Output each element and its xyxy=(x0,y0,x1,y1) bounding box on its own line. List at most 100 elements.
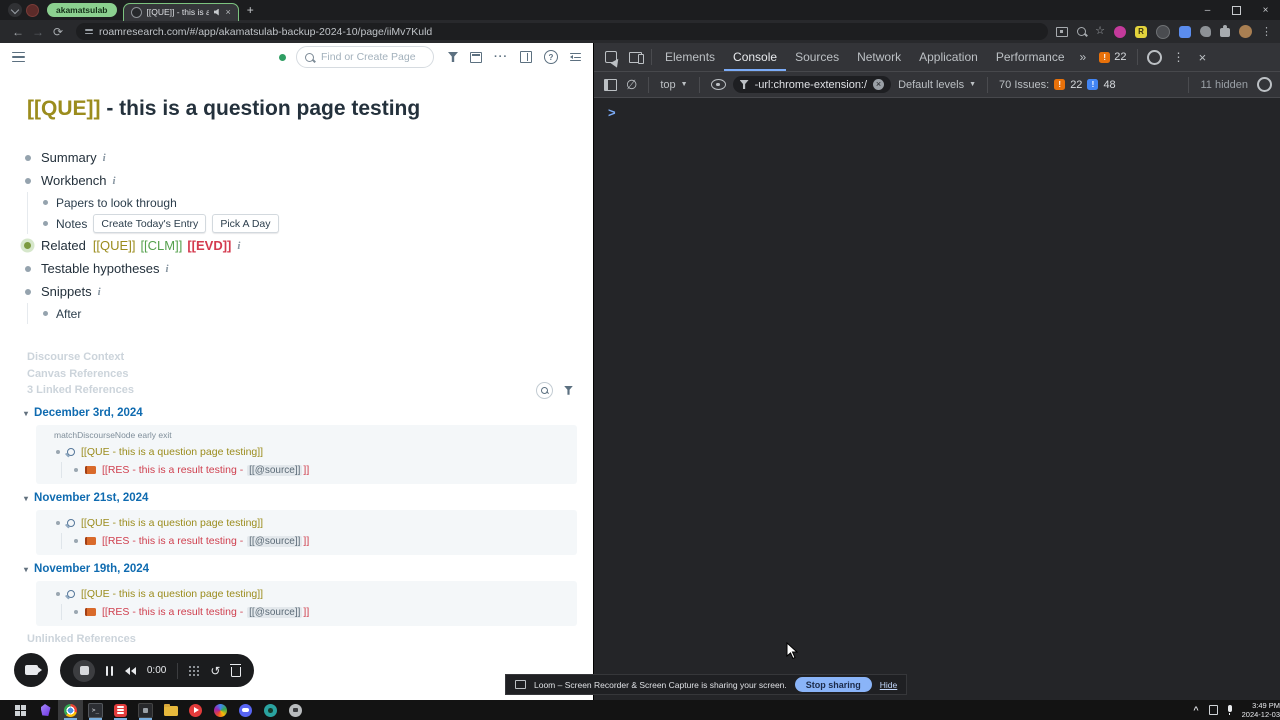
tray-app-icon[interactable] xyxy=(1208,705,1218,715)
forward-button[interactable]: → xyxy=(28,25,48,39)
ref-res-row[interactable]: [[RES - this is a result testing - [[@so… xyxy=(74,604,569,620)
bullet-icon[interactable] xyxy=(25,288,31,295)
ref-que-row[interactable]: [[QUE - this is a question page testing]… xyxy=(56,444,569,460)
bullet-icon[interactable] xyxy=(43,221,48,226)
extensions-puzzle-icon[interactable] xyxy=(1220,25,1230,37)
section-canvas-references[interactable]: Canvas References xyxy=(27,366,593,383)
collapse-caret-icon[interactable]: ▾ xyxy=(24,409,28,418)
ref-date-link[interactable]: ▾ November 19th, 2024 xyxy=(24,562,593,577)
share-screen-icon[interactable] xyxy=(1056,26,1069,37)
que-ref-link[interactable]: [[QUE - this is a question page testing]… xyxy=(81,517,263,529)
block-snippets[interactable]: Snippets i xyxy=(25,280,593,303)
filter-references-icon[interactable] xyxy=(564,385,573,395)
taskbar-teal-app[interactable] xyxy=(258,700,283,720)
loom-camera-button[interactable] xyxy=(14,653,48,687)
que-ref-link[interactable]: [[QUE - this is a question page testing]… xyxy=(81,446,263,458)
window-minimize-button[interactable]: – xyxy=(1193,0,1222,20)
bullet-icon[interactable] xyxy=(74,609,78,614)
info-icon[interactable]: i xyxy=(103,152,106,164)
calendar-icon[interactable] xyxy=(470,51,482,63)
block-related[interactable]: Related [[QUE]] [[CLM]] [[EVD]] i xyxy=(24,234,593,257)
taskbar-photos-app[interactable] xyxy=(208,700,233,720)
hide-share-bar-link[interactable]: Hide xyxy=(880,680,897,690)
window-maximize-button[interactable] xyxy=(1222,0,1251,20)
search-input[interactable] xyxy=(319,50,425,64)
log-levels-selector[interactable]: Default levels ▼ xyxy=(898,79,976,91)
window-close-button[interactable]: × xyxy=(1251,0,1280,20)
devtools-menu-button[interactable]: ⋮ xyxy=(1166,45,1190,69)
bullet-icon[interactable] xyxy=(25,154,31,161)
right-sidebar-icon[interactable] xyxy=(570,52,581,62)
bullet-icon[interactable] xyxy=(56,520,60,525)
collapse-caret-icon[interactable]: ▾ xyxy=(24,494,28,503)
block-workbench[interactable]: Workbench i xyxy=(25,169,593,192)
bullet-icon[interactable] xyxy=(25,265,31,272)
error-badge[interactable]: ! 22 xyxy=(1099,51,1126,63)
taskbar-chrome[interactable] xyxy=(58,700,83,720)
section-discourse-context[interactable]: Discourse Context xyxy=(27,349,593,366)
back-button[interactable]: ← xyxy=(8,25,28,39)
more-menu-icon[interactable]: ··· xyxy=(494,51,508,63)
source-chip[interactable]: [[@source]] xyxy=(247,606,303,618)
pick-a-day-button[interactable]: Pick A Day xyxy=(212,214,279,233)
block-summary[interactable]: Summary i xyxy=(25,146,593,169)
console-filter-input[interactable]: -url:chrome-extension:/ × xyxy=(732,76,892,93)
hamburger-menu-icon[interactable] xyxy=(12,51,25,63)
res-ref-link[interactable]: [[RES - this is a result testing - [[@so… xyxy=(102,535,309,547)
bullet-icon[interactable] xyxy=(74,538,78,543)
find-or-create-search[interactable] xyxy=(296,46,434,68)
tab-elements[interactable]: Elements xyxy=(656,43,724,71)
taskbar-dark-app[interactable] xyxy=(133,700,158,720)
block-after[interactable]: After xyxy=(43,303,593,324)
console-prompt[interactable]: > xyxy=(608,105,616,120)
browser-menu-icon[interactable]: ⋮ xyxy=(1261,25,1272,38)
clear-console-button[interactable]: ∅ xyxy=(626,78,637,91)
info-icon[interactable]: i xyxy=(237,240,240,252)
sidebar-toggle-icon[interactable] xyxy=(520,51,532,63)
filter-icon[interactable] xyxy=(448,52,458,62)
page-title-tag[interactable]: [[QUE]] xyxy=(27,97,100,120)
hidden-icons-button[interactable]: ^ xyxy=(1193,705,1198,715)
ref-que-row[interactable]: [[QUE - this is a question page testing]… xyxy=(56,586,569,602)
info-icon[interactable]: i xyxy=(98,286,101,298)
restart-recording-button[interactable]: ↺ xyxy=(210,665,220,677)
pause-button[interactable] xyxy=(106,665,113,676)
issues-counter[interactable]: 70 Issues: ! 22 ! 48 xyxy=(999,79,1116,91)
reload-button[interactable]: ⟳ xyxy=(48,25,68,39)
page-ref-que[interactable]: [[QUE]] xyxy=(93,238,136,253)
taskbar-discord[interactable] xyxy=(233,700,258,720)
section-unlinked-references[interactable]: Unlinked References xyxy=(27,631,593,648)
taskbar-camera-app[interactable] xyxy=(283,700,308,720)
block-hypotheses[interactable]: Testable hypotheses i xyxy=(25,257,593,280)
taskbar-clock[interactable]: 3:49 PM 2024-12-03 xyxy=(1242,701,1280,719)
page-ref-clm[interactable]: [[CLM]] xyxy=(140,238,182,253)
live-expression-button[interactable] xyxy=(710,79,726,90)
bullet-icon[interactable] xyxy=(74,467,78,472)
hidden-messages-label[interactable]: 11 hidden xyxy=(1200,79,1248,91)
source-chip[interactable]: [[@source]] xyxy=(247,464,303,476)
stop-sharing-button[interactable]: Stop sharing xyxy=(794,677,872,692)
delete-recording-button[interactable] xyxy=(229,663,242,677)
page-ref-evd[interactable]: [[EVD]] xyxy=(187,238,231,253)
block-papers[interactable]: Papers to look through xyxy=(43,192,593,213)
active-tab[interactable]: [[QUE]] - this is a question × xyxy=(122,2,239,21)
new-tab-button[interactable]: + xyxy=(247,3,254,17)
ref-que-row[interactable]: [[QUE - this is a question page testing]… xyxy=(56,515,569,531)
extension-dark-icon[interactable] xyxy=(1156,24,1170,39)
bullet-icon[interactable] xyxy=(56,591,60,596)
extension-pink-icon[interactable] xyxy=(1114,25,1126,38)
tab-audio-icon[interactable] xyxy=(213,8,219,16)
res-ref-link[interactable]: [[RES - this is a result testing - [[@so… xyxy=(102,606,309,618)
profile-avatar[interactable] xyxy=(1239,25,1252,38)
tab-search-chevron-icon[interactable] xyxy=(8,3,22,17)
que-ref-link[interactable]: [[QUE - this is a question page testing]… xyxy=(81,588,263,600)
address-bar[interactable]: roamresearch.com/#/app/akamatsulab-backu… xyxy=(76,23,1049,40)
taskbar-terminal[interactable]: >_ xyxy=(83,700,108,720)
help-icon[interactable]: ? xyxy=(544,50,558,64)
bullet-icon[interactable] xyxy=(43,311,48,316)
devtools-settings-button[interactable] xyxy=(1142,45,1166,69)
ref-res-row[interactable]: [[RES - this is a result testing - [[@so… xyxy=(74,533,569,549)
bullet-icon[interactable] xyxy=(25,177,31,184)
tab-close-icon[interactable]: × xyxy=(226,7,231,17)
create-todays-entry-button[interactable]: Create Today's Entry xyxy=(93,214,207,233)
